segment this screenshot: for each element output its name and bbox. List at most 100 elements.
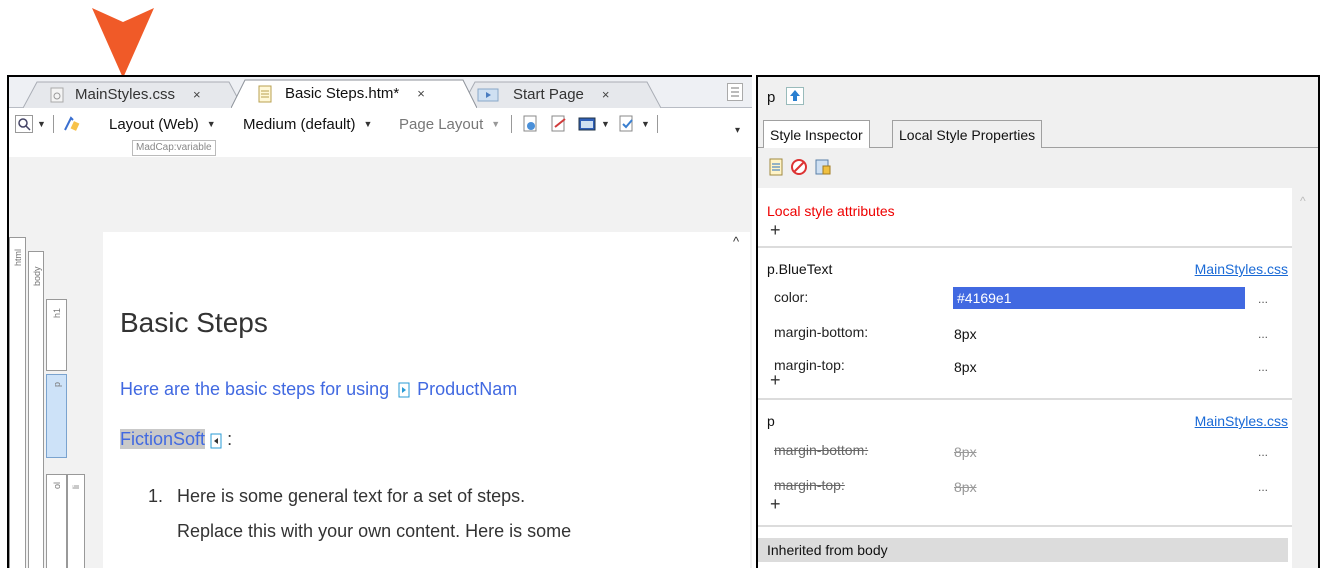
fiction-suffix: : <box>227 429 233 449</box>
preview-button[interactable] <box>521 108 541 140</box>
chevron-down-icon: ▼ <box>641 119 650 129</box>
variable-value-highlight: FictionSoft <box>120 429 206 449</box>
add-property-button[interactable]: + <box>770 370 781 391</box>
track-changes-icon <box>619 115 633 132</box>
tab-start-page[interactable]: Start Page × <box>461 81 661 108</box>
stylesheet-edit-icon[interactable] <box>814 158 832 176</box>
view-button[interactable]: ▼ <box>577 108 610 140</box>
edit-button[interactable] <box>549 108 569 140</box>
overridden-property-name: margin-top: <box>774 477 845 493</box>
property-name: margin-bottom: <box>774 324 869 340</box>
list-item-line[interactable]: Here is some general text for a set of s… <box>177 479 525 514</box>
html-file-icon <box>258 85 272 102</box>
chevron-down-icon: ▼ <box>37 119 46 129</box>
style-inspector-panel: p Style Inspector Local Style Properties <box>756 75 1320 568</box>
zoom-button[interactable]: ▼ <box>15 108 46 140</box>
property-ellipsis-button[interactable]: ... <box>1258 360 1268 374</box>
page-layout-dropdown-label: Page Layout <box>399 115 484 133</box>
tab-mainstyles-css[interactable]: MainStyles.css × <box>23 81 243 108</box>
track-changes-button[interactable]: ▼ <box>617 108 650 140</box>
overridden-property-value[interactable]: 8px <box>954 444 977 460</box>
variable-start-marker-icon <box>398 382 410 398</box>
layout-dropdown-label: Layout (Web) <box>109 115 199 133</box>
local-style-attributes-label: Local style attributes <box>767 203 895 219</box>
property-value-input[interactable]: #4169e1 <box>953 287 1245 309</box>
property-ellipsis-button[interactable]: ... <box>1258 327 1268 341</box>
structure-bar-label: ol <box>52 481 62 489</box>
document-tabstrip: MainStyles.css × Start Page × Basic Step… <box>9 77 752 108</box>
style-rules-list: Local style attributes + p.BlueText Main… <box>758 188 1292 568</box>
document-heading[interactable]: Basic Steps <box>120 307 268 339</box>
css-file-icon <box>50 87 64 102</box>
structure-bar-p[interactable]: p <box>46 374 67 458</box>
panel-toolbar <box>758 148 1318 188</box>
tab-basic-steps[interactable]: Basic Steps.htm* × <box>231 79 477 108</box>
add-local-attribute-button[interactable]: + <box>770 220 781 241</box>
rule-source-link[interactable]: MainStyles.css <box>1195 413 1288 429</box>
rule-source-link[interactable]: MainStyles.css <box>1195 261 1288 277</box>
tab-style-inspector[interactable]: Style Inspector <box>763 120 870 149</box>
tab-close-icon[interactable]: × <box>193 87 201 102</box>
select-parent-icon[interactable] <box>786 87 804 105</box>
scroll-up-icon[interactable]: ^ <box>733 234 739 249</box>
divider <box>758 398 1292 400</box>
overflow-chevron-icon: ▾ <box>735 124 741 136</box>
structure-bar-label: h1 <box>52 307 62 318</box>
structure-bar-li[interactable]: li <box>67 474 85 568</box>
add-property-button[interactable]: + <box>770 494 781 515</box>
variable-end-marker-icon <box>210 433 222 449</box>
chevron-down-icon: ▼ <box>601 119 610 129</box>
structure-bar-html[interactable]: html <box>9 237 26 568</box>
medium-dropdown[interactable]: Medium (default) ▼ <box>243 108 372 140</box>
preview-icon <box>523 115 537 132</box>
structure-bar-h1[interactable]: h1 <box>46 299 67 371</box>
panel-scrollbar[interactable]: ^ <box>1292 188 1318 568</box>
property-ellipsis-button[interactable]: ... <box>1258 445 1268 459</box>
tab-list-menu-icon[interactable] <box>727 83 743 101</box>
conditions-button[interactable] <box>61 108 81 140</box>
property-ellipsis-button[interactable]: ... <box>1258 292 1268 306</box>
structure-bar-label: p <box>52 381 62 387</box>
fiction-line[interactable]: FictionSoft : <box>120 429 232 450</box>
selected-tag-label: p <box>767 89 776 106</box>
tab-local-style-properties[interactable]: Local Style Properties <box>892 120 1043 148</box>
property-ellipsis-button[interactable]: ... <box>1258 480 1268 494</box>
property-value[interactable]: 8px <box>954 326 977 342</box>
toolbar-divider <box>657 115 658 133</box>
tab-label: Local Style Properties <box>899 126 1036 143</box>
page-layout-dropdown[interactable]: Page Layout ▼ <box>399 108 500 140</box>
new-style-icon[interactable] <box>767 158 785 176</box>
scroll-up-icon[interactable]: ^ <box>1300 194 1306 208</box>
medium-dropdown-label: Medium (default) <box>243 115 356 133</box>
toolbar-divider <box>511 115 512 133</box>
editor-window: MainStyles.css × Start Page × Basic Step… <box>7 75 752 568</box>
list-item-line[interactable]: Replace this with your own content. Here… <box>177 514 571 549</box>
structure-bar-label: html <box>13 248 23 266</box>
remove-style-icon[interactable] <box>790 158 808 176</box>
tab-label: Style Inspector <box>770 127 863 143</box>
panel-header: p <box>758 77 1318 115</box>
overridden-property-name: margin-bottom: <box>774 442 869 458</box>
property-name: margin-top: <box>774 357 845 373</box>
property-value[interactable]: 8px <box>954 359 977 375</box>
start-page-icon <box>477 88 499 101</box>
structure-bar-ol[interactable]: ol <box>46 474 67 568</box>
list-number: 1. <box>148 486 164 506</box>
window-view-icon <box>578 117 596 131</box>
inherited-section-header[interactable]: Inherited from body <box>758 538 1288 562</box>
structure-bar-label: li <box>71 485 81 489</box>
overridden-property-value[interactable]: 8px <box>954 479 977 495</box>
variable-text: ProductNam <box>417 379 518 399</box>
structure-bar-body[interactable]: body <box>28 251 44 568</box>
callout-arrow-icon <box>92 8 154 78</box>
tab-close-icon[interactable]: × <box>417 86 425 101</box>
toolbar-overflow-button[interactable]: ▾ <box>735 114 740 146</box>
tab-title: MainStyles.css <box>75 86 176 103</box>
structure-bar-label: body <box>32 266 42 286</box>
magnifier-icon <box>15 115 33 133</box>
editor-toolbar: ▼ Layout (Web) ▼ Medium (default) ▼ Page… <box>9 108 752 140</box>
layout-dropdown[interactable]: Layout (Web) ▼ <box>109 108 216 140</box>
tab-close-icon[interactable]: × <box>602 87 610 102</box>
paragraph-bluetext[interactable]: Here are the basic steps for using Produ… <box>120 379 517 400</box>
chevron-down-icon: ▼ <box>363 119 373 129</box>
